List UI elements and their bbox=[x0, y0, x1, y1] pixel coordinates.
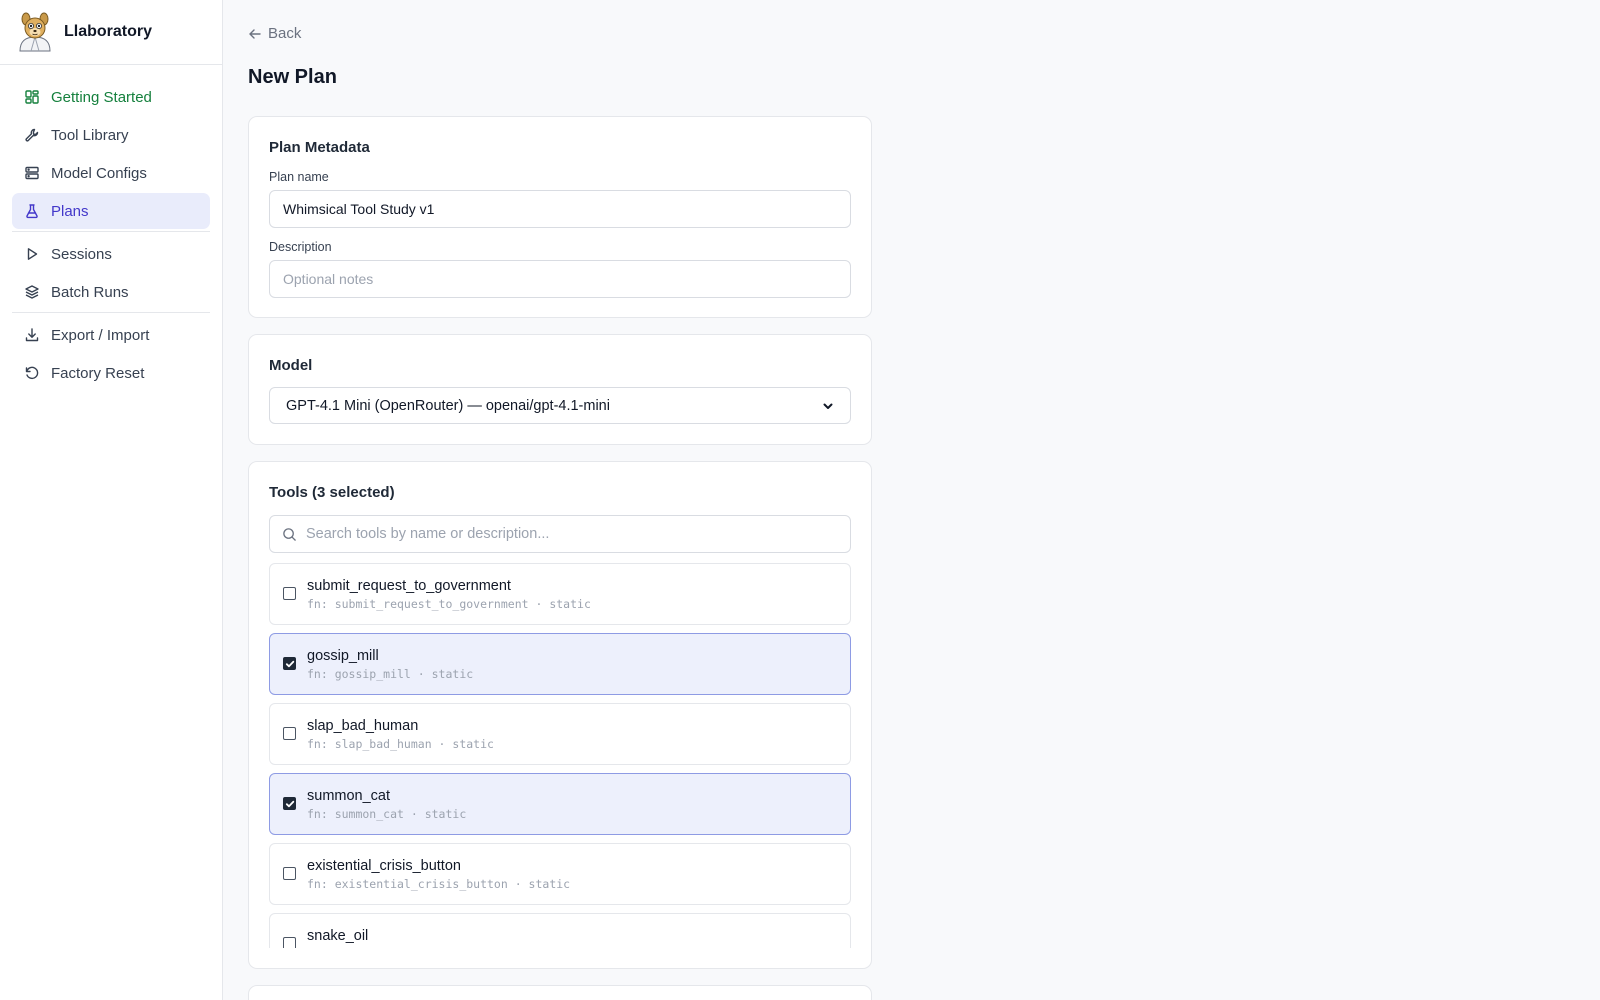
chevron-down-icon bbox=[823, 403, 833, 409]
sidebar-item-label: Getting Started bbox=[51, 88, 152, 106]
tool-meta: fn: slap_bad_human · static bbox=[307, 737, 494, 751]
tool-checkbox[interactable] bbox=[283, 797, 296, 810]
dashboard-icon bbox=[24, 89, 40, 105]
server-icon bbox=[24, 165, 40, 181]
sidebar-item-label: Model Configs bbox=[51, 164, 147, 182]
sidebar: Llaboratory Getting Started Tool Library… bbox=[0, 0, 223, 1000]
sidebar-divider bbox=[12, 312, 210, 313]
llama-scientist-logo bbox=[19, 12, 51, 52]
tool-checkbox[interactable] bbox=[283, 727, 296, 740]
tool-checkbox[interactable] bbox=[283, 937, 296, 948]
sidebar-item-factory-reset[interactable]: Factory Reset bbox=[12, 355, 210, 391]
tool-name: gossip_mill bbox=[307, 648, 379, 664]
tool-item-submit-request-to-government[interactable]: submit_request_to_government fn: submit_… bbox=[269, 563, 851, 625]
sidebar-divider bbox=[12, 231, 210, 232]
tool-meta: fn: summon_cat · static bbox=[307, 807, 467, 821]
tool-meta: fn: gossip_mill · static bbox=[307, 667, 474, 681]
tool-item-slap-bad-human[interactable]: slap_bad_human fn: slap_bad_human · stat… bbox=[269, 703, 851, 765]
tool-checkbox[interactable] bbox=[283, 587, 296, 600]
wrench-icon bbox=[24, 127, 40, 143]
sidebar-nav: Getting Started Tool Library Model Confi… bbox=[0, 65, 222, 391]
checkmark-icon bbox=[285, 660, 294, 667]
back-label: Back bbox=[268, 25, 302, 42]
tool-item-existential-crisis-button[interactable]: existential_crisis_button fn: existentia… bbox=[269, 843, 851, 905]
tool-name: slap_bad_human bbox=[307, 718, 419, 734]
sidebar-item-batch-runs[interactable]: Batch Runs bbox=[12, 274, 210, 310]
model-card: Model GPT-4.1 Mini (OpenRouter) — openai… bbox=[248, 334, 872, 445]
model-select-value: GPT-4.1 Mini (OpenRouter) — openai/gpt-4… bbox=[286, 397, 610, 414]
tool-text: submit_request_to_government fn: submit_… bbox=[307, 578, 591, 613]
page-title: New Plan bbox=[248, 66, 337, 88]
sidebar-item-model-configs[interactable]: Model Configs bbox=[12, 155, 210, 191]
tool-item-gossip-mill[interactable]: gossip_mill fn: gossip_mill · static bbox=[269, 633, 851, 695]
tool-list[interactable]: submit_request_to_government fn: submit_… bbox=[269, 563, 851, 948]
play-icon bbox=[24, 246, 40, 262]
brand[interactable]: Llaboratory bbox=[0, 0, 222, 65]
tools-title: Tools (3 selected) bbox=[269, 484, 395, 501]
sidebar-item-label: Tool Library bbox=[51, 126, 129, 144]
checkmark-icon bbox=[285, 800, 294, 807]
plan-metadata-title: Plan Metadata bbox=[269, 139, 370, 156]
plan-name-label: Plan name bbox=[269, 170, 329, 184]
arrow-left-icon bbox=[249, 28, 261, 39]
sidebar-item-label: Export / Import bbox=[51, 326, 150, 344]
tool-name: existential_crisis_button bbox=[307, 858, 461, 874]
description-input[interactable] bbox=[269, 260, 851, 298]
sidebar-item-export-import[interactable]: Export / Import bbox=[12, 317, 210, 353]
tool-name: snake_oil bbox=[307, 928, 369, 944]
tool-text: summon_cat fn: summon_cat · static bbox=[307, 788, 466, 823]
plan-metadata-card: Plan Metadata Plan name Description bbox=[248, 116, 872, 318]
sidebar-item-label: Sessions bbox=[51, 245, 112, 263]
tool-text: gossip_mill fn: gossip_mill · static bbox=[307, 648, 473, 683]
tool-meta: fn: existential_crisis_button · static bbox=[307, 877, 571, 891]
layers-icon bbox=[24, 284, 40, 300]
tool-name: summon_cat bbox=[307, 788, 391, 804]
model-title: Model bbox=[269, 357, 313, 374]
tool-checkbox[interactable] bbox=[283, 867, 296, 880]
sidebar-item-label: Batch Runs bbox=[51, 283, 129, 301]
tool-text: existential_crisis_button fn: existentia… bbox=[307, 858, 570, 893]
sidebar-item-getting-started[interactable]: Getting Started bbox=[12, 79, 210, 115]
app-name: Llaboratory bbox=[64, 23, 153, 40]
next-card bbox=[248, 985, 872, 1000]
sidebar-item-sessions[interactable]: Sessions bbox=[12, 236, 210, 272]
download-icon bbox=[24, 327, 40, 343]
plan-name-input[interactable] bbox=[269, 190, 851, 228]
tool-name: submit_request_to_government bbox=[307, 578, 511, 594]
back-link[interactable]: Back bbox=[248, 25, 301, 42]
tool-meta: fn: submit_request_to_government · stati… bbox=[307, 597, 591, 611]
tool-item-snake-oil[interactable]: snake_oil bbox=[269, 913, 851, 948]
sidebar-item-label: Factory Reset bbox=[51, 364, 145, 382]
sidebar-item-label: Plans bbox=[51, 202, 89, 220]
tool-checkbox[interactable] bbox=[283, 657, 296, 670]
rotate-ccw-icon bbox=[24, 365, 40, 381]
sidebar-item-tool-library[interactable]: Tool Library bbox=[12, 117, 210, 153]
sidebar-item-plans[interactable]: Plans bbox=[12, 193, 210, 229]
tool-search[interactable] bbox=[269, 515, 851, 553]
tool-text: snake_oil bbox=[307, 928, 368, 945]
tool-search-input[interactable] bbox=[306, 526, 850, 542]
tools-card: Tools (3 selected) submit_request_to_gov… bbox=[248, 461, 872, 969]
tool-text: slap_bad_human fn: slap_bad_human · stat… bbox=[307, 718, 494, 753]
flask-icon bbox=[24, 203, 40, 219]
model-select[interactable]: GPT-4.1 Mini (OpenRouter) — openai/gpt-4… bbox=[269, 387, 851, 424]
search-icon bbox=[283, 527, 296, 541]
description-label: Description bbox=[269, 240, 332, 254]
tool-item-summon-cat[interactable]: summon_cat fn: summon_cat · static bbox=[269, 773, 851, 835]
